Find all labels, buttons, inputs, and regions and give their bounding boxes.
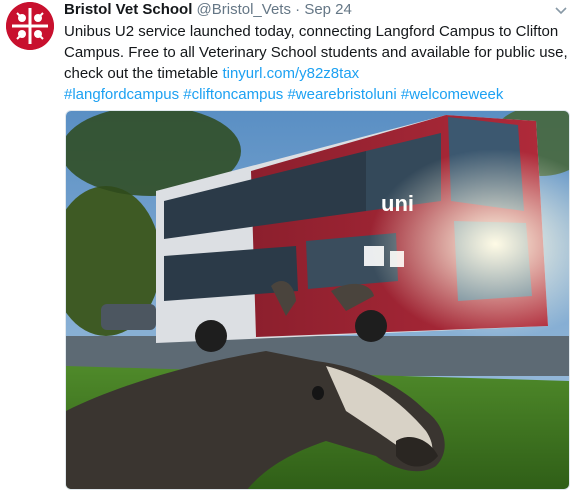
display-name[interactable]: Bristol Vet School — [64, 1, 192, 18]
separator: · — [295, 1, 301, 18]
chevron-down-icon — [555, 7, 567, 15]
bristol-vet-school-logo-icon — [6, 2, 54, 50]
hashtags[interactable]: #langfordcampus #cliftoncampus #wearebri… — [64, 84, 564, 105]
tweet-menu-button[interactable] — [554, 4, 568, 18]
tweet-text: Unibus U2 service launched today, connec… — [64, 21, 568, 105]
tweet-text-line: Campus. Free to all Veterinary School st… — [64, 44, 568, 61]
tweet-text-line: Unibus U2 service launched today, connec… — [64, 23, 559, 40]
tweet-text-prefix: check out the timetable — [64, 65, 223, 82]
user-handle[interactable]: @Bristol_Vets — [197, 1, 291, 18]
avatar[interactable] — [6, 2, 54, 50]
tweet-photo[interactable]: uni — [65, 110, 570, 490]
tweet-header: Bristol Vet School @Bristol_Vets · Sep 2… — [64, 1, 352, 19]
tweet-text-line: check out the timetable tinyurl.com/y82z… — [64, 63, 564, 84]
tweet-date[interactable]: Sep 24 — [304, 1, 352, 18]
timetable-link[interactable]: tinyurl.com/y82z8tax — [222, 65, 359, 82]
bus-and-cow-photo: uni — [66, 111, 569, 489]
